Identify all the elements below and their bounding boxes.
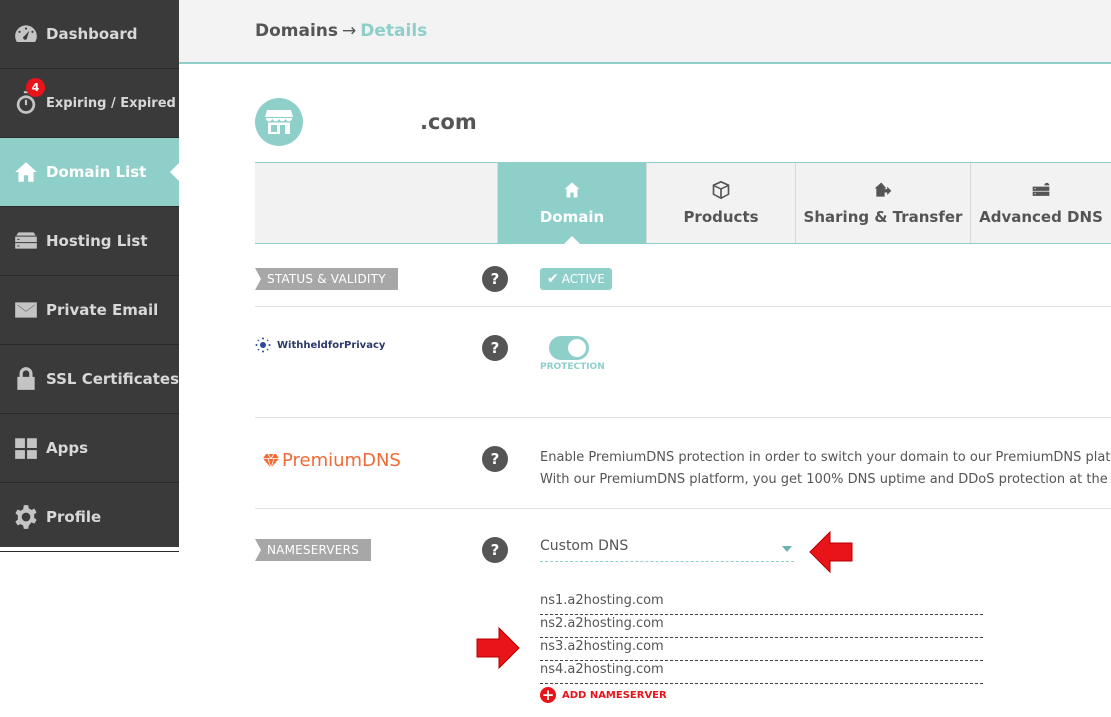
domain-name: .com [420, 110, 477, 134]
withheld-for-privacy-text: WithheldforPrivacy [277, 339, 386, 351]
envelope-icon [12, 296, 40, 324]
nameservers-help-button[interactable]: ? [482, 537, 508, 563]
status-row: STATUS & VALIDITY ? ✔ ACTIVE [255, 244, 1111, 307]
premium-dns-row: PremiumDNS ? Enable PremiumDNS protectio… [255, 418, 1111, 509]
premium-dns-help-button[interactable]: ? [482, 446, 508, 472]
breadcrumb-current: Details [360, 21, 428, 41]
nameserver-field-3[interactable]: ns3.a2hosting.com [540, 639, 983, 661]
diamond-icon [263, 453, 279, 468]
status-badge-label: ACTIVE [561, 272, 605, 286]
sidebar-item-expiring[interactable]: 4 Expiring / Expired [0, 69, 179, 138]
premium-dns-description: Enable PremiumDNS protection in order to… [540, 447, 1111, 491]
withheld-for-privacy-logo: WithheldforPrivacy [255, 337, 385, 353]
speedometer-icon [12, 20, 40, 48]
sidebar-item-profile[interactable]: Profile [0, 483, 179, 552]
sidebar-item-label: Apps [46, 439, 89, 457]
nameservers-tag: NAMESERVERS [255, 539, 371, 561]
sidebar-item-label: Expiring / Expired [46, 95, 176, 111]
tab-label: Advanced DNS [979, 208, 1103, 226]
gear-icon [12, 503, 40, 531]
plus-icon: + [540, 686, 556, 704]
nameserver-field-1[interactable]: ns1.a2hosting.com [540, 593, 983, 615]
sidebar-item-label: Domain List [46, 163, 147, 181]
tab-products[interactable]: Products [646, 163, 795, 243]
sidebar-item-label: Hosting List [46, 232, 148, 250]
sidebar-item-private-email[interactable]: Private Email [0, 276, 179, 345]
tab-label: Sharing & Transfer [803, 208, 963, 226]
sidebar-item-domain-list[interactable]: Domain List [0, 138, 180, 207]
red-arrow-left-icon [809, 530, 853, 574]
dns-type-select[interactable]: Custom DNS [540, 538, 794, 562]
privacy-help-button[interactable]: ? [482, 335, 508, 361]
sidebar-item-label: Profile [46, 508, 102, 526]
tab-sharing-transfer[interactable]: Sharing & Transfer [795, 163, 970, 243]
breadcrumb-separator: → [342, 21, 357, 41]
home-icon [12, 158, 40, 186]
sidebar: Dashboard 4 Expiring / Expired Domain Li… [0, 0, 180, 552]
add-nameserver-button[interactable]: + ADD NAMESERVER [540, 687, 667, 703]
home-icon [564, 182, 580, 198]
apps-icon [12, 434, 40, 462]
red-arrow-right-icon [476, 626, 520, 670]
breadcrumb-domains-link[interactable]: Domains [255, 21, 338, 41]
chevron-down-icon [782, 546, 792, 552]
sidebar-item-label: Dashboard [46, 25, 138, 43]
sidebar-item-label: SSL Certificates [46, 370, 180, 388]
status-badge: ✔ ACTIVE [540, 268, 612, 290]
nameserver-field-4[interactable]: ns4.a2hosting.com [540, 662, 983, 684]
share-icon [874, 182, 892, 197]
status-help-button[interactable]: ? [482, 266, 508, 292]
tab-domain[interactable]: Domain [497, 163, 646, 244]
nameservers-row: NAMESERVERS ? Custom DNS ns1.a2hosting.c… [255, 509, 1111, 717]
add-nameserver-label: ADD NAMESERVER [562, 689, 667, 701]
lock-icon [12, 365, 40, 393]
privacy-burst-icon [255, 337, 271, 353]
privacy-protection-label: PROTECTION [540, 362, 605, 372]
dns-type-selected: Custom DNS [540, 538, 629, 554]
domain-tabs: Domain Products Sharing & Transfer Advan… [255, 162, 1111, 244]
privacy-row: WithheldforPrivacy ? PROTECTION [255, 307, 1111, 418]
premium-dns-line-2: With our PremiumDNS platform, you get 10… [540, 472, 1111, 487]
sidebar-item-apps[interactable]: Apps [0, 414, 179, 483]
breadcrumb: Domains → Details [179, 0, 1111, 64]
tab-label: Products [683, 208, 759, 226]
sidebar-item-label: Private Email [46, 301, 159, 319]
store-icon [255, 98, 303, 146]
dns-server-icon [1032, 182, 1050, 196]
nameserver-field-2[interactable]: ns2.a2hosting.com [540, 616, 983, 638]
premium-dns-line-1: Enable PremiumDNS protection in order to… [540, 450, 1111, 465]
check-icon: ✔ [547, 271, 559, 287]
tab-label: Domain [539, 208, 605, 226]
box-icon [712, 180, 730, 200]
status-validity-tag: STATUS & VALIDITY [255, 268, 398, 290]
expiring-count-badge: 4 [26, 78, 45, 97]
domain-header: .com [255, 98, 477, 146]
premium-dns-logo-text: PremiumDNS [282, 450, 401, 471]
privacy-protection-toggle[interactable] [549, 336, 589, 360]
server-icon [12, 227, 40, 255]
premium-dns-logo: PremiumDNS [263, 450, 401, 471]
sidebar-item-ssl-certificates[interactable]: SSL Certificates [0, 345, 179, 414]
tab-advanced-dns[interactable]: Advanced DNS [970, 163, 1111, 243]
sidebar-item-hosting-list[interactable]: Hosting List [0, 207, 179, 276]
sidebar-item-dashboard[interactable]: Dashboard [0, 0, 179, 69]
